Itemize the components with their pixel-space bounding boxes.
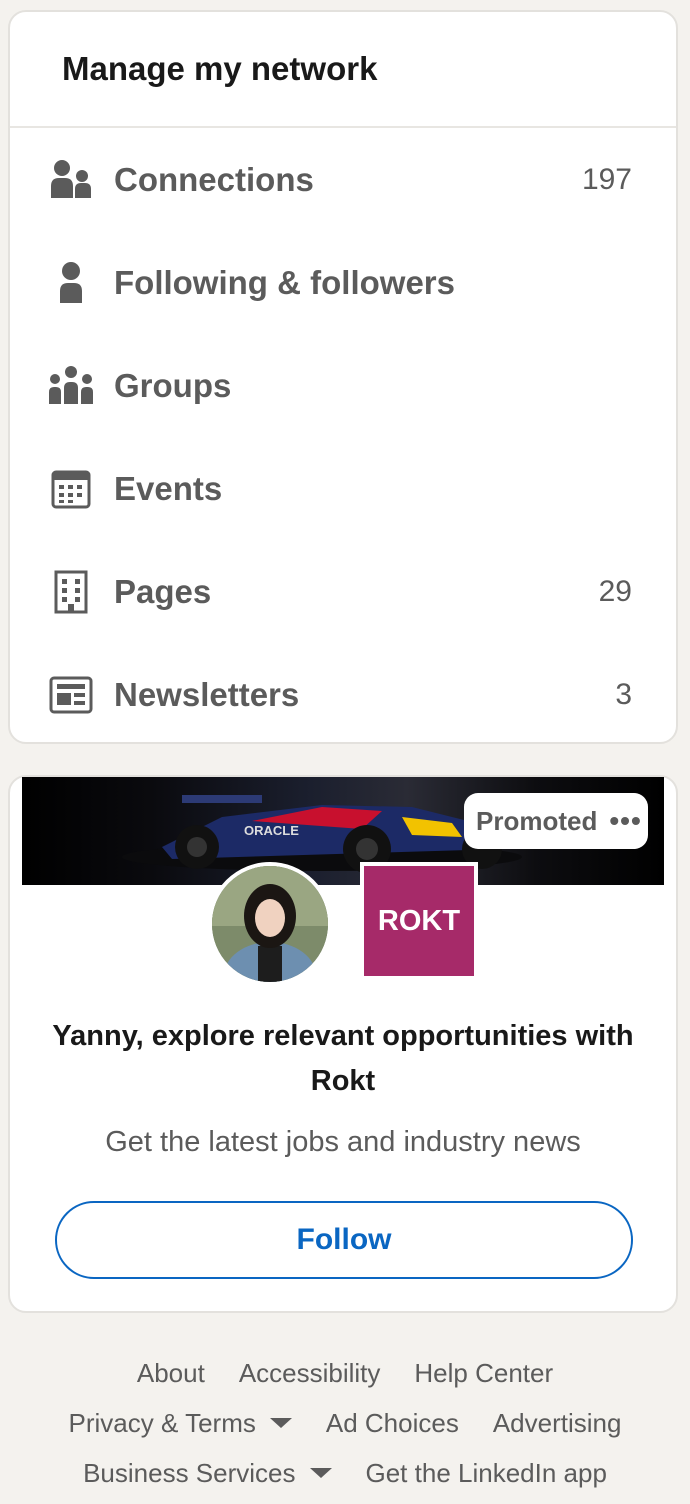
follow-button[interactable]: Follow	[55, 1201, 633, 1279]
company-logo[interactable]: ROKT	[360, 862, 478, 980]
nav-item-label: Pages	[114, 572, 212, 610]
nav-item-groups[interactable]: Groups	[10, 334, 676, 437]
footer-link-about[interactable]: About	[137, 1358, 205, 1389]
company-logo-text: ROKT	[377, 904, 461, 937]
nav-item-connections[interactable]: Connections 197	[10, 128, 676, 231]
ad-banner-image: ORACLE Promoted •••	[22, 777, 664, 885]
avatar	[208, 862, 332, 986]
card-title: Manage my network	[62, 50, 378, 87]
calendar-icon	[48, 466, 94, 512]
promoted-label: Promoted	[476, 805, 598, 836]
footer-link-ad-choices[interactable]: Ad Choices	[326, 1408, 459, 1439]
footer-row: Business Services Get the LinkedIn app	[0, 1448, 690, 1498]
chevron-down-icon	[309, 1468, 332, 1478]
footer-link-business-services[interactable]: Business Services	[83, 1457, 332, 1489]
nav-item-label: Groups	[114, 366, 232, 404]
building-icon	[48, 569, 94, 615]
svg-text:ORACLE: ORACLE	[244, 823, 299, 838]
footer-links: About Accessibility Help Center Privacy …	[0, 1348, 690, 1498]
footer-link-get-app[interactable]: Get the LinkedIn app	[366, 1458, 607, 1489]
manage-network-card: Manage my network Connections 197 Follow…	[8, 10, 678, 744]
nav-item-count: 3	[615, 677, 632, 711]
card-header: Manage my network	[10, 12, 676, 128]
promoted-menu-button[interactable]: Promoted •••	[464, 793, 648, 849]
group-icon	[48, 363, 94, 409]
profile-photo	[212, 866, 328, 982]
ad-subline: Get the latest jobs and industry news	[105, 1126, 581, 1158]
promoted-ad-card: ORACLE Promoted ••• ROKT Yanny, explore …	[8, 775, 678, 1313]
nav-item-label: Following & followers	[114, 263, 455, 301]
nav-item-label: Newsletters	[114, 675, 300, 713]
footer-link-accessibility[interactable]: Accessibility	[239, 1358, 381, 1389]
ad-headline: Yanny, explore relevant opportunities wi…	[52, 1020, 634, 1097]
nav-item-pages[interactable]: Pages 29	[10, 540, 676, 643]
more-options-icon: •••	[609, 805, 642, 836]
people-icon	[48, 157, 94, 203]
follow-button-label: Follow	[296, 1223, 392, 1256]
footer-link-privacy-terms[interactable]: Privacy & Terms	[69, 1408, 292, 1439]
nav-item-following-followers[interactable]: Following & followers	[10, 231, 676, 334]
network-nav-list: Connections 197 Following & followers Gr…	[10, 128, 676, 746]
nav-item-events[interactable]: Events	[10, 437, 676, 540]
footer-row: Privacy & Terms Ad Choices Advertising	[0, 1398, 690, 1448]
chevron-down-icon	[269, 1418, 292, 1428]
footer-link-help-center[interactable]: Help Center	[414, 1358, 553, 1389]
nav-item-label: Connections	[114, 160, 314, 198]
footer-row: About Accessibility Help Center	[0, 1348, 690, 1398]
nav-item-count: 197	[581, 162, 632, 196]
nav-item-count: 29	[598, 574, 632, 608]
footer-link-label: Privacy & Terms	[68, 1407, 256, 1438]
newspaper-icon	[48, 672, 94, 718]
person-icon	[48, 260, 94, 306]
nav-item-newsletters[interactable]: Newsletters 3	[10, 643, 676, 746]
nav-item-label: Events	[114, 469, 223, 507]
footer-link-label: Business Services	[83, 1457, 296, 1488]
footer-link-advertising[interactable]: Advertising	[493, 1408, 622, 1439]
